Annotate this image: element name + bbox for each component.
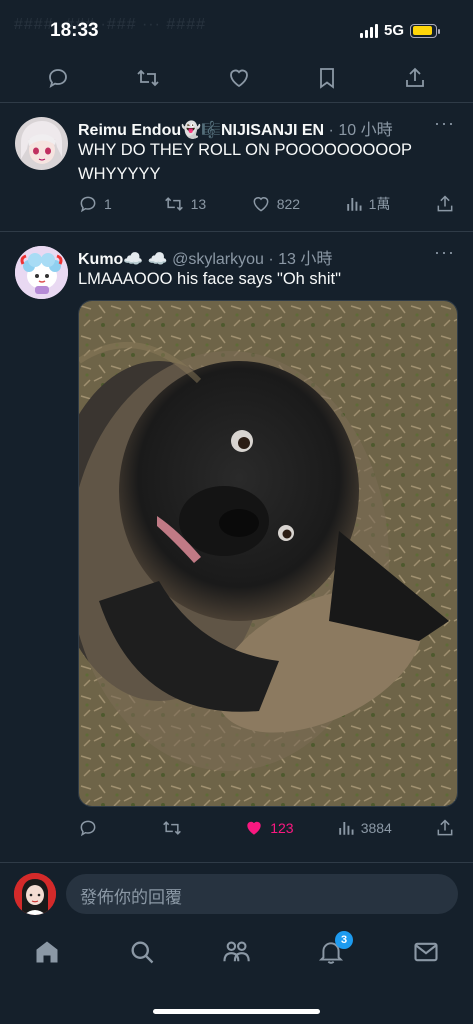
like-icon[interactable] [227, 66, 251, 90]
tab-search[interactable] [128, 938, 156, 971]
tweet[interactable]: Reimu Endou👻🎼NIJISANJI EN · 10 小時 ··· WH… [0, 103, 473, 231]
obscured-header-text: #### ·### ·### ··· #### [14, 16, 206, 33]
tweet-image[interactable] [78, 300, 458, 807]
retweet-icon [164, 197, 183, 211]
author-name-suffix: 👻🎼NIJISANJI EN [181, 122, 325, 139]
retweet-count: 13 [190, 196, 207, 212]
tweet-timestamp: · 13 小時 [268, 251, 333, 268]
tweet-actions: 1 13 822 1萬 [78, 192, 455, 216]
retweet-icon[interactable] [135, 66, 161, 90]
like-button[interactable]: 822 [251, 194, 300, 214]
signal-icon [359, 23, 378, 38]
battery-icon [410, 23, 440, 38]
reply-button[interactable] [78, 818, 118, 838]
like-button[interactable]: 123 [244, 818, 294, 838]
views-button[interactable]: 1萬 [345, 194, 391, 214]
reply-count: 1 [104, 196, 112, 212]
communities-icon [223, 941, 250, 962]
status-bar: #### ·### ·### ··· #### 18:33 5G [0, 0, 473, 52]
top-action-row [0, 58, 473, 98]
tab-notifications[interactable]: 3 [318, 931, 353, 971]
tweet-actions: 123 3884 [78, 816, 455, 840]
tab-home[interactable] [33, 938, 61, 971]
views-icon [338, 822, 354, 835]
bookmark-icon[interactable] [316, 66, 338, 90]
share-icon[interactable] [403, 66, 427, 90]
retweet-button[interactable] [161, 818, 201, 838]
reply-button[interactable]: 1 [78, 194, 118, 214]
author-name[interactable]: Kumo [78, 251, 123, 268]
messages-icon [414, 942, 438, 962]
views-count: 3884 [360, 820, 392, 836]
retweet-icon [163, 821, 181, 835]
tab-communities[interactable] [221, 938, 251, 971]
reply-bar: 發佈你的回覆 [0, 862, 473, 924]
avatar[interactable] [15, 246, 68, 299]
like-count: 822 [276, 196, 301, 212]
like-icon [253, 197, 269, 212]
tweet-timestamp: · 10 小時 [328, 122, 393, 139]
more-options-icon[interactable]: ··· [434, 113, 455, 134]
network-type: 5G [383, 22, 404, 39]
share-button[interactable] [435, 194, 455, 214]
like-filled-icon [247, 821, 261, 835]
dog-photo [79, 301, 457, 806]
tweet-text: WHY DO THEY ROLL ON POOOOOOOOOP WHYYYYY [78, 141, 412, 183]
status-indicators: 5G [359, 22, 440, 39]
author-name[interactable]: Reimu Endou [78, 122, 181, 139]
tweet[interactable]: Kumo☁️ ☁️ @skylarkyou · 13 小時 ··· LMAAAO… [0, 232, 473, 860]
tab-bar: 3 [0, 924, 473, 1024]
author-handle[interactable]: @skylarkyou [172, 251, 264, 268]
like-count: 123 [270, 820, 294, 836]
share-button[interactable] [435, 818, 455, 838]
home-indicator [153, 1009, 320, 1014]
tweet-header: Kumo☁️ ☁️ @skylarkyou · 13 小時 [78, 245, 332, 269]
reply-icon [80, 196, 96, 213]
reply-icon[interactable] [46, 66, 70, 90]
avatar[interactable] [15, 117, 68, 170]
search-icon [131, 941, 154, 964]
reply-icon [80, 820, 96, 837]
share-icon [437, 195, 453, 212]
tweet-header: Reimu Endou👻🎼NIJISANJI EN · 10 小時 [78, 116, 393, 140]
tab-messages[interactable] [412, 938, 440, 971]
author-name-suffix: ☁️ ☁️ [123, 251, 168, 268]
user-avatar[interactable] [14, 873, 56, 915]
retweet-button[interactable]: 13 [163, 194, 207, 214]
status-time: 18:33 [50, 20, 99, 41]
share-icon [437, 819, 453, 836]
more-options-icon[interactable]: ··· [434, 242, 455, 263]
notification-badge: 3 [335, 931, 353, 949]
home-icon [36, 941, 58, 963]
views-button[interactable]: 3884 [337, 819, 392, 837]
views-icon [346, 198, 362, 211]
tweet-text: LMAAAOOO his face says "Oh shit" [78, 270, 341, 288]
reply-input[interactable]: 發佈你的回覆 [66, 874, 458, 914]
views-count: 1萬 [368, 196, 391, 212]
